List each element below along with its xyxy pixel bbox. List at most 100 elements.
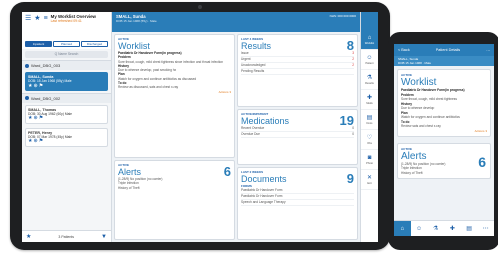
back-button[interactable]: < Back: [398, 48, 410, 52]
close-icon: ✕: [366, 174, 373, 181]
documents-count: 9: [346, 171, 354, 187]
menu-icon[interactable]: ☰: [25, 14, 31, 23]
rail-item-docs[interactable]: ▤ Docs: [361, 110, 378, 130]
results-panel[interactable]: LAST 4 WEEKS Results 8 Issue 3 Urgent 2 Un…: [237, 34, 358, 107]
flag-icon[interactable]: ⚑: [39, 138, 44, 144]
alert-item: History of Theft: [118, 185, 140, 190]
right-icon-rail: ⌂ Worklist ☺ Patient ⚗ Results ✚ Meds ▤ Docs …: [360, 12, 378, 242]
list-subtitle: Last refreshed 09:41: [50, 19, 82, 23]
dashboard-body: ACTIVE Worklist Paediatric Dr Handover F…: [112, 32, 360, 242]
list-header: ☰ ★ ≡ My Worklist Overview Last refreshe…: [22, 12, 111, 40]
worklist-item: Plan Watch for oxygen and continue antibi…: [118, 72, 197, 81]
patient-count: 3 Patients: [58, 234, 74, 239]
list-footer: ★ 3 Patients ▼: [22, 230, 111, 242]
ward-header[interactable]: Ward_DBG_003: [22, 60, 111, 70]
worklist-item: Plan Watch for oxygen and continue antibi…: [401, 110, 460, 120]
rail-item-worklist[interactable]: ⌂ Worklist: [361, 30, 378, 50]
star-icon[interactable]: ★: [34, 14, 40, 23]
panel-title: Worklist: [401, 77, 437, 88]
results-row: Pending Results: [241, 69, 354, 75]
flag-icon[interactable]: ⚑: [39, 115, 44, 121]
medications-count: 19: [339, 112, 354, 128]
camera-dot: [198, 5, 202, 9]
results-count: 8: [346, 38, 354, 53]
worklist-item: To do Review sats and chest x-ray: [401, 119, 441, 129]
worklist-item: Problem Sore throat, cough, mild chest ti…: [401, 92, 457, 102]
patient-icon[interactable]: ☺: [411, 221, 428, 236]
panel-title: Documents: [241, 174, 287, 185]
tab-inpatient[interactable]: Inpatient: [25, 41, 52, 47]
more-icon[interactable]: ⋯: [477, 221, 494, 236]
ward-header[interactable]: Ward_DBG_002: [22, 92, 111, 103]
patient-action-icons: ★⊕⚑: [28, 83, 105, 89]
tablet-device: ☰ ★ ≡ My Worklist Overview Last refreshe…: [10, 2, 390, 250]
more-icon[interactable]: ⋯: [486, 48, 490, 53]
meds-icon: ✚: [366, 94, 373, 101]
rail-item-meds[interactable]: ✚ Meds: [361, 90, 378, 110]
patient-dashboard: SMALL, Sunda DOB 15 Jan 1968 (55y) · Mal…: [112, 12, 360, 242]
flag-icon[interactable]: ⚑: [39, 83, 44, 89]
patient-header: SMALL, Sunda DOB 15 Jan 1968 (55y) · Mal…: [112, 12, 360, 32]
phone-device: < Back Patient Details ⋯ SMALL, Sunda DO…: [388, 32, 498, 250]
patient-card[interactable]: PETER, Henry DOB: 07 Mar 1978 (45y) Male…: [25, 127, 108, 147]
phone-worklist-panel[interactable]: ACTIVE Worklist Paediatric Dr Handover F…: [397, 69, 491, 137]
patient-action-icons: ★⊕⚑: [28, 138, 105, 144]
phone-patient-sub: DOB 15 Jan 1968 · Male: [398, 61, 432, 65]
alerts-panel[interactable]: ACTIVE Alerts 6 (1-28/9) No position (no…: [114, 160, 235, 240]
alerts-count: 6: [223, 164, 231, 180]
observations-icon: ♡: [366, 134, 373, 141]
worklist-panel[interactable]: ACTIVE Worklist Paediatric Dr Handover F…: [114, 34, 235, 159]
rail-item-results[interactable]: ⚗ Results: [361, 70, 378, 90]
docs-icon[interactable]: ▤: [461, 221, 478, 236]
actions-link[interactable]: Actions 3: [401, 129, 487, 133]
star-icon[interactable]: ★: [26, 233, 31, 240]
rail-item-photo[interactable]: ◙ Photo: [361, 150, 378, 170]
documents-panel[interactable]: LAST 2 WEEKS Documents 9 FORMS Paediatri…: [237, 167, 358, 240]
panel-title: Worklist: [118, 41, 150, 51]
patient-action-icons: ★⊕⚑: [28, 115, 105, 121]
phone-alerts-panel[interactable]: ACTIVE Alerts 6 (1-28/9) No position (no…: [397, 142, 491, 179]
panel-title: Medications: [241, 115, 290, 126]
phone-tab-bar: ⌂ ☺ ⚗ ✚ ▤ ⋯: [394, 220, 494, 236]
camera-icon: ◙: [367, 154, 372, 161]
meds-icon[interactable]: ✚: [444, 221, 461, 236]
worklist-item: History Due to wheeze develop: [401, 101, 435, 111]
alerts-count: 6: [478, 153, 486, 170]
rail-item-patient[interactable]: ☺ Patient: [361, 50, 378, 70]
patient-header-sub: DOB 15 Jan 1968 (55y) · Male: [116, 19, 157, 23]
rail-item-exit[interactable]: ✕ Exit: [361, 170, 378, 190]
results-icon: ⚗: [366, 74, 373, 81]
phone-title: Patient Details: [435, 48, 461, 52]
medications-panel[interactable]: ACTIVE/INPATIENT Medications 19 Recent O…: [237, 108, 358, 166]
tablet-screen: ☰ ★ ≡ My Worklist Overview Last refreshe…: [22, 12, 378, 242]
documents-row[interactable]: Speech and Language Therapy: [241, 200, 354, 207]
patient-icon: ☺: [366, 54, 373, 61]
rail-top: [361, 12, 378, 30]
alert-item: History of Theft: [401, 170, 423, 175]
worklist-icon: ⌂: [367, 34, 372, 41]
results-icon[interactable]: ⚗: [427, 221, 444, 236]
dashboard-column-right: LAST 4 WEEKS Results 8 Issue 3 Urgent 2 Un…: [237, 34, 358, 240]
dashboard-column-left: ACTIVE Worklist Paediatric Dr Handover F…: [114, 34, 235, 240]
actions-link[interactable]: Actions 3: [118, 90, 231, 94]
ward-name: Ward_DBG_002: [31, 95, 61, 101]
tab-planned[interactable]: Planned: [53, 41, 80, 47]
tab-discharged[interactable]: Discharged: [81, 41, 108, 47]
patient-card[interactable]: SMALL, Sunda DOB: 15 Jan 1968 (55y) Male…: [25, 72, 108, 91]
search-input[interactable]: Q Name Search: [25, 51, 108, 58]
rail-item-obs[interactable]: ♡ Obs: [361, 130, 378, 150]
ward-icon: [25, 96, 29, 101]
phone-nav-bar: < Back Patient Details ⋯: [394, 44, 494, 56]
patient-card[interactable]: SMALL, Thomas DOB: 30 Aug 1962 (60y) Mal…: [25, 104, 108, 124]
worklist-item: To do Review as discussed, sats and chest…: [118, 81, 179, 90]
medications-row: Overdue Due 0: [241, 131, 354, 138]
panel-title: Alerts: [401, 150, 427, 162]
panel-title: Alerts: [118, 167, 142, 178]
worklist-icon[interactable]: ⌂: [394, 221, 411, 236]
docs-icon: ▤: [366, 114, 373, 121]
phone-patient-banner: SMALL, Sunda DOB 15 Jan 1968 · Male: [394, 56, 494, 66]
ward-icon: [25, 63, 29, 68]
ward-name: Ward_DBG_003: [31, 63, 61, 68]
list-icon[interactable]: ≡: [44, 14, 48, 23]
filter-icon[interactable]: ▼: [101, 234, 107, 240]
